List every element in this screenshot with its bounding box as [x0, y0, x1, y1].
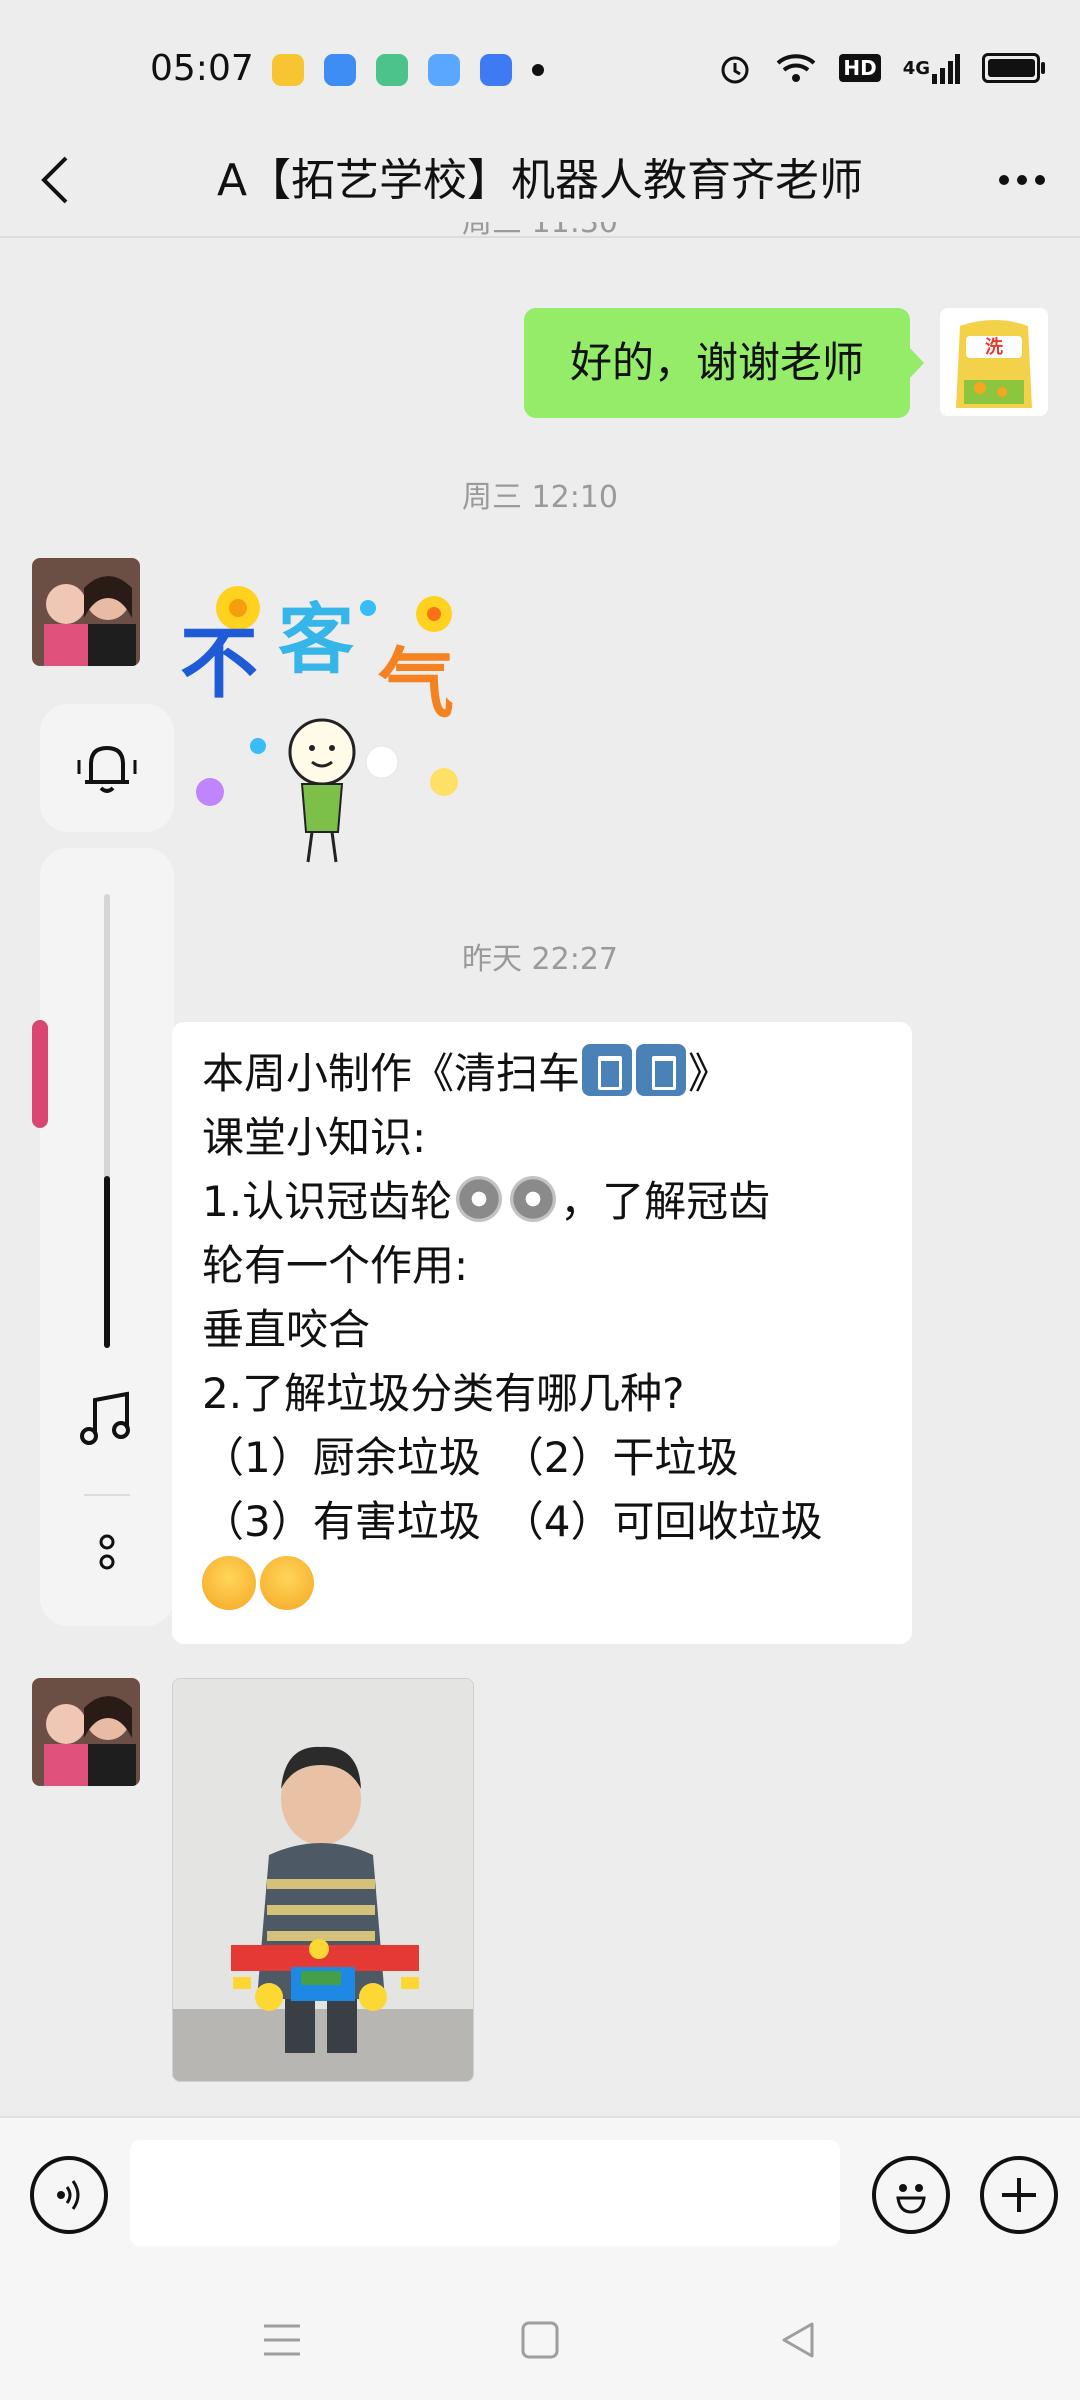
status-bar: 05:07 HD 4G: [0, 0, 1080, 140]
message-text: ，了解冠齿: [560, 1177, 771, 1226]
browser-app-icon: [428, 54, 460, 86]
input-bar: [0, 2116, 1080, 2288]
message-line: 2.了解垃圾分类有哪几种?: [202, 1369, 685, 1418]
message-text: 1.认识冠齿轮: [202, 1177, 453, 1226]
hugging-face-emoji-icon: [260, 1556, 314, 1610]
home-icon[interactable]: [520, 2320, 560, 2360]
music-note-icon[interactable]: [77, 1390, 137, 1450]
teacher-avatar-partial: [32, 1020, 48, 1128]
sent-message-bubble[interactable]: 好的，谢谢老师: [524, 308, 910, 418]
teacher-photo-icon: [32, 1678, 140, 1786]
teacher-message-bubble[interactable]: 本周小制作《清扫车 》 课堂小知识: 1.认识冠齿轮 ，了解冠齿 轮有一个作用: 垂…: [172, 1022, 912, 1644]
hd-badge: HD: [839, 54, 881, 82]
sent-message-text: 好的，谢谢老师: [569, 338, 864, 387]
chat-title: A【拓艺学校】机器人教育齐老师: [216, 155, 864, 206]
status-right: HD 4G: [717, 50, 1045, 86]
teacher-photo-icon: [32, 558, 140, 666]
timestamp-partial: 周三 11:30: [0, 222, 1080, 256]
bubble-tail-icon: [908, 346, 924, 380]
teacher-photo-partial-icon: [32, 1020, 48, 1128]
timestamp: 昨天 22:27: [462, 942, 618, 977]
message-line: 课堂小知识:: [202, 1113, 427, 1162]
gear-emoji-icon: [456, 1176, 503, 1222]
menu-icon[interactable]: [262, 2320, 302, 2360]
message-line: 轮有一个作用:: [202, 1241, 469, 1290]
teacher-avatar[interactable]: [32, 1678, 140, 1786]
system-navigation-bar: [0, 2286, 1080, 2400]
chat-header: A【拓艺学校】机器人教育齐老师: [0, 120, 1080, 236]
svg-text:洗: 洗: [985, 336, 1003, 358]
teacher-avatar[interactable]: [32, 558, 140, 666]
voice-input-button[interactable]: [30, 2156, 108, 2234]
back-triangle-icon[interactable]: [778, 2320, 818, 2360]
message-line: [202, 1554, 882, 1618]
floating-bell-panel[interactable]: [40, 704, 174, 832]
panel-divider: [84, 1494, 130, 1496]
message-line: （1）厨余垃圾 （2）干垃圾: [202, 1433, 739, 1482]
trash-bin-emoji-icon: [582, 1044, 633, 1096]
hugging-face-emoji-icon: [202, 1556, 256, 1610]
photo-message[interactable]: [172, 1678, 474, 2082]
message-line: 1.认识冠齿轮 ，了解冠齿: [202, 1170, 882, 1234]
voice-input-icon: [57, 2180, 80, 2210]
notification-dot-icon: [532, 64, 544, 76]
svg-text:不: 不: [180, 619, 258, 709]
battery-level: [988, 59, 1035, 77]
my-avatar[interactable]: 洗: [940, 308, 1048, 416]
sticker-image: 不 客 气: [180, 586, 458, 863]
message-text: 》: [688, 1049, 731, 1098]
plus-icon: [1002, 2178, 1036, 2212]
multitask-app-icon: [480, 54, 512, 86]
message-line: 垂直咬合: [202, 1305, 371, 1354]
message-line: （3）有害垃圾 （4）可回收垃圾: [202, 1497, 823, 1546]
child-robot-photo: [173, 1679, 473, 2081]
emoji-icon: [896, 2184, 926, 2214]
plus-button[interactable]: [980, 2156, 1058, 2234]
rice-bag-avatar-icon: 洗: [940, 308, 1048, 416]
status-time: 05:07: [150, 48, 254, 89]
chevron-left-icon: [41, 156, 68, 204]
back-button[interactable]: [28, 150, 88, 210]
emoji-button[interactable]: [872, 2156, 950, 2234]
message-text: 本周小制作《清扫车: [202, 1049, 581, 1098]
bell-icon: [77, 745, 137, 793]
message-input[interactable]: [130, 2140, 840, 2246]
timestamp-partial-text: 周三 11:30: [462, 222, 618, 240]
signal-icon: 4G: [903, 52, 960, 84]
volume-slider-fill: [104, 1176, 110, 1348]
yellow-app-icon: [272, 54, 304, 86]
alarm-icon: [717, 50, 753, 86]
more-horizontal-icon: [999, 175, 1045, 185]
trash-bin-emoji-icon: [636, 1044, 687, 1096]
more-vertical-icon[interactable]: [91, 1528, 123, 1578]
svg-text:客: 客: [278, 595, 354, 684]
wifi-icon: [775, 51, 817, 85]
status-app-icons: [272, 54, 544, 86]
blue-app-icon: [324, 54, 356, 86]
timestamp: 周三 12:10: [462, 480, 618, 515]
svg-text:气: 气: [378, 639, 454, 728]
more-button[interactable]: [992, 150, 1052, 210]
gear-emoji-icon: [510, 1176, 557, 1222]
welcome-sticker[interactable]: 不 客 气: [172, 570, 482, 870]
message-line: 本周小制作《清扫车 》: [202, 1042, 882, 1106]
battery-icon: [982, 53, 1045, 83]
green-app-icon: [376, 54, 408, 86]
network-type-label: 4G: [902, 57, 930, 79]
